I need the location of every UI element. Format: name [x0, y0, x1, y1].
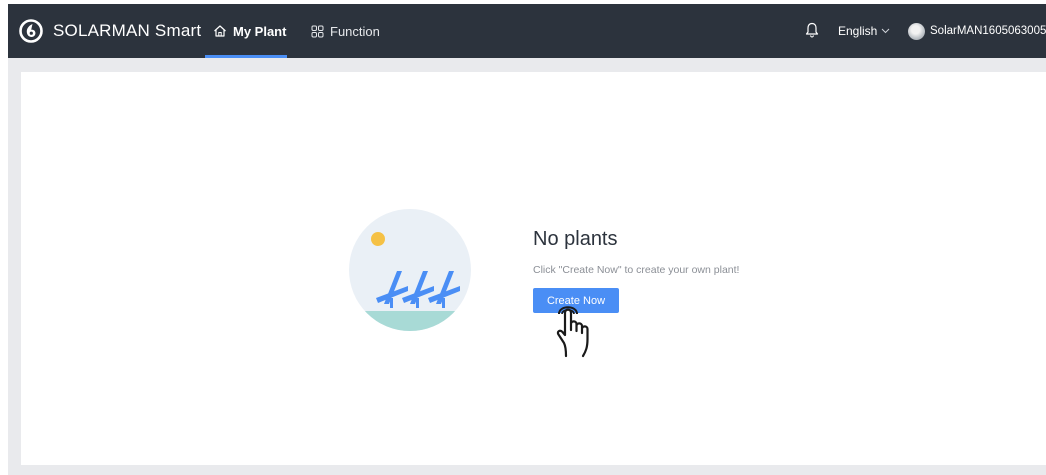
- brand-name: SOLARMAN Smart: [53, 21, 202, 40]
- bell-icon: [805, 22, 819, 38]
- solarman-logo-icon: [19, 19, 43, 43]
- user-menu[interactable]: SolarMAN1605063005: [908, 4, 1046, 58]
- hand-pointer-icon: [556, 306, 589, 358]
- grid-icon: [311, 25, 324, 37]
- language-label: English: [838, 24, 878, 38]
- sun-icon: [371, 232, 385, 246]
- home-icon: [214, 25, 226, 37]
- solar-panel-illustration: [349, 209, 471, 331]
- nav-function[interactable]: Function: [311, 4, 380, 58]
- nav-function-label: Function: [330, 23, 380, 39]
- empty-state-description: Click "Create Now" to create your own pl…: [533, 264, 740, 276]
- empty-state-title: No plants: [533, 228, 618, 250]
- brand[interactable]: SOLARMAN Smart: [19, 17, 201, 45]
- top-navigation-bar: SOLARMAN Smart My Plant Function English: [8, 4, 1046, 58]
- avatar: [908, 22, 925, 40]
- nav-my-plant[interactable]: My Plant: [213, 4, 286, 58]
- language-selector[interactable]: English: [838, 4, 890, 58]
- notifications-button[interactable]: [805, 22, 819, 43]
- chevron-down-icon: [882, 28, 890, 34]
- nav-my-plant-label: My Plant: [233, 23, 287, 39]
- username: SolarMAN1605063005: [930, 25, 1046, 37]
